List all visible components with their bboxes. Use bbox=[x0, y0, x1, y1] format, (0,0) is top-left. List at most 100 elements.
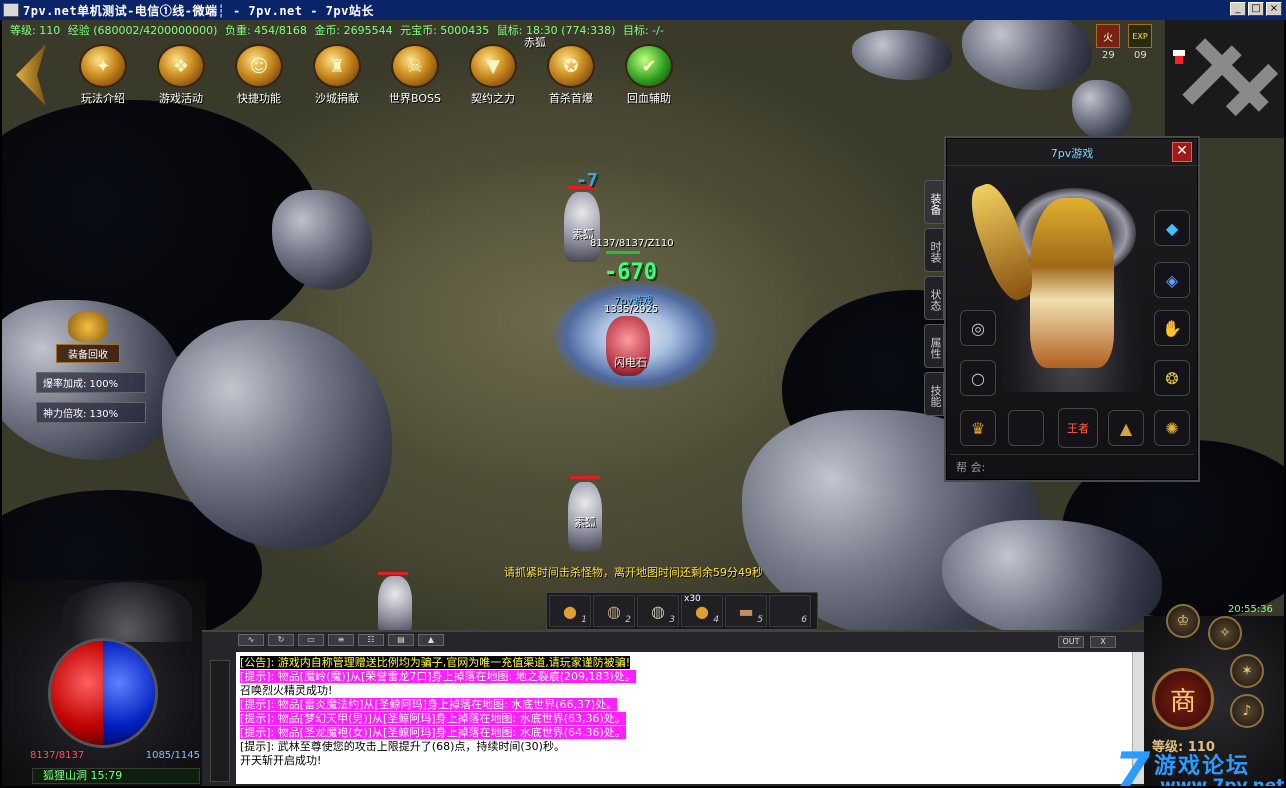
ingot-stat: 元宝币: 5000435 bbox=[400, 24, 490, 37]
chat-close-button[interactable]: X bbox=[1090, 636, 1116, 648]
slot-number: 1 bbox=[581, 615, 587, 625]
fire-buff-icon[interactable]: 火 bbox=[1096, 24, 1120, 48]
emblem-icon: ✪ bbox=[547, 44, 595, 88]
gem-icon[interactable]: ✺ bbox=[1154, 410, 1190, 446]
equipment-recycle-button[interactable]: 装备回收 bbox=[56, 312, 120, 363]
chat-log[interactable]: [公告]: 游戏内自称管理赠送比例均为骗子,官网为唯一充值渠道,请玩家谨防被骗!… bbox=[236, 652, 1144, 784]
menu-gameplay-guide[interactable]: ✦ 玩法介绍 bbox=[66, 44, 140, 106]
ring-icon[interactable]: ◎ bbox=[960, 310, 996, 346]
rock-formation bbox=[852, 30, 952, 80]
belt-slot[interactable]: ● 1 bbox=[549, 595, 591, 627]
tab-status[interactable]: 状态 bbox=[924, 276, 944, 320]
game-viewport[interactable]: 等级: 110 经验 (680002/4200000000) 负重: 454/8… bbox=[2, 20, 1284, 786]
belt-slot[interactable]: ◍ 2 bbox=[593, 595, 635, 627]
belt-slot[interactable]: ◍ 3 bbox=[637, 595, 679, 627]
chat-out-button[interactable]: OUT bbox=[1058, 636, 1084, 648]
bracelet-icon[interactable]: ◆ bbox=[1154, 210, 1190, 246]
medal-icon[interactable]: 王者 bbox=[1058, 408, 1098, 448]
potion-icon: ● bbox=[563, 601, 577, 621]
chat-tool-button[interactable]: ▲ bbox=[418, 634, 444, 646]
chat-tool-button[interactable]: ≡ bbox=[328, 634, 354, 646]
window-controls: _ □ × bbox=[1230, 2, 1282, 16]
equipment-header: 7pv游戏 ✕ bbox=[946, 138, 1198, 166]
book-icon: ▬ bbox=[738, 601, 754, 621]
chat-tool-button[interactable]: ☷ bbox=[358, 634, 384, 646]
amulet-icon[interactable]: ❂ bbox=[1154, 360, 1190, 396]
app-icon bbox=[3, 3, 19, 17]
boots-icon[interactable]: ▲ bbox=[1108, 410, 1144, 446]
chat-line: [提示]: 物品[魔岭(魔)]从[荣誉雷龙7口]身上掉落在地图: 地之裂痕(20… bbox=[240, 670, 1140, 684]
menu-label: 快捷功能 bbox=[237, 92, 281, 105]
chat-text: [提示]: 物品[圣龙魔袍(女)]从[圣鲸阿玛]身上掉落在地图: 水底世界(64… bbox=[240, 726, 626, 739]
tab-fashion[interactable]: 时装 bbox=[924, 228, 944, 272]
crystal-icon[interactable]: ◈ bbox=[1154, 262, 1190, 298]
menu-shortcuts[interactable]: ☺ 快捷功能 bbox=[222, 44, 296, 106]
crown-button-icon[interactable]: ♔ bbox=[1166, 604, 1200, 638]
chat-text: [提示]: 物品[雷炎魔法约]从[圣鲸阿玛]身上掉落在地图: 水底世界(66,3… bbox=[240, 698, 618, 711]
menu-label: 回血辅助 bbox=[627, 92, 671, 105]
scroll-icon: ✦ bbox=[79, 44, 127, 88]
monster-hp-bar bbox=[378, 572, 408, 575]
slot-number: 5 bbox=[757, 615, 763, 625]
minimap[interactable] bbox=[1164, 20, 1284, 138]
chat-line: [公告]: 游戏内自称管理赠送比例均为骗子,官网为唯一充值渠道,请玩家谨防被骗! bbox=[240, 656, 1140, 670]
menu-events[interactable]: ❖ 游戏活动 bbox=[144, 44, 218, 106]
menu-heal-assist[interactable]: ✔ 回血辅助 bbox=[612, 44, 686, 106]
menu-first-kill[interactable]: ✪ 首杀首爆 bbox=[534, 44, 608, 106]
scroll-icon: ◍ bbox=[607, 601, 621, 621]
chat-line: 开天斩开启成功! bbox=[240, 754, 1140, 768]
chat-side-bar bbox=[210, 660, 230, 782]
belt-slot[interactable]: x30 ● 4 bbox=[681, 594, 723, 627]
weight-stat: 负重: 454/8168 bbox=[224, 24, 307, 37]
menu-castle-donation[interactable]: ♜ 沙城捐献 bbox=[300, 44, 374, 106]
maximize-button[interactable]: □ bbox=[1248, 2, 1264, 16]
site-watermark: 7 游戏论坛 www.7pv.net bbox=[1114, 742, 1284, 786]
hp-orb bbox=[51, 641, 103, 745]
minimize-button[interactable]: _ bbox=[1230, 2, 1246, 16]
player-hp-text: 1335/2925 bbox=[604, 304, 659, 315]
character-model bbox=[1030, 198, 1114, 368]
chat-tool-button[interactable]: ∿ bbox=[238, 634, 264, 646]
helmet-icon[interactable]: ♛ bbox=[960, 410, 996, 446]
menu-label: 游戏活动 bbox=[159, 92, 203, 105]
ring2-icon[interactable]: ○ bbox=[960, 360, 996, 396]
power-multiplier-stat: 神力倍攻: 130% bbox=[36, 402, 146, 423]
empty-slot[interactable] bbox=[1008, 410, 1044, 446]
chat-line: [提示]: 武林至尊使您的攻击上限提升了(68)点，持续时间(30)秒。 bbox=[240, 740, 1140, 754]
monster-name: 赤狐 bbox=[524, 36, 546, 49]
star-button-icon[interactable]: ✶ bbox=[1230, 654, 1264, 688]
chat-tool-button[interactable]: ↻ bbox=[268, 634, 294, 646]
belt-slot[interactable]: ▬ 5 bbox=[725, 595, 767, 627]
shop-button[interactable]: 商 bbox=[1152, 668, 1214, 730]
watermark-site: www.7pv.net bbox=[1160, 776, 1284, 786]
hp-text: 8137/8137 bbox=[30, 750, 85, 761]
menu-contract-power[interactable]: ▼ 契约之力 bbox=[456, 44, 530, 106]
chat-tool-button[interactable]: ▭ bbox=[298, 634, 324, 646]
monster-hp-bar bbox=[570, 476, 600, 479]
slot-number: 2 bbox=[625, 615, 631, 625]
chat-text: [公告]: 游戏内自称管理赠送比例均为骗子,官网为唯一充值渠道,请玩家谨防被骗! bbox=[240, 656, 631, 669]
close-panel-button[interactable]: ✕ bbox=[1172, 142, 1192, 162]
glove-icon[interactable]: ✋ bbox=[1154, 310, 1190, 346]
menu-label: 首杀首爆 bbox=[549, 92, 593, 105]
exp-buff-icon[interactable]: EXP bbox=[1128, 24, 1152, 48]
tab-attributes[interactable]: 属性 bbox=[924, 324, 944, 368]
compass-button-icon[interactable]: ✧ bbox=[1208, 616, 1242, 650]
belt-slot[interactable]: 6 bbox=[769, 595, 811, 627]
ground-item-label[interactable]: 闪电石 bbox=[614, 354, 647, 370]
monster-sprite[interactable] bbox=[378, 576, 412, 636]
castle-icon: ♜ bbox=[313, 44, 361, 88]
menu-world-boss[interactable]: ☠ 世界BOSS bbox=[378, 44, 452, 106]
tab-skills[interactable]: 技能 bbox=[924, 372, 944, 416]
chat-tool-button[interactable]: ▤ bbox=[388, 634, 414, 646]
sound-button-icon[interactable]: ♪ bbox=[1230, 694, 1264, 728]
shield-icon: ▼ bbox=[469, 44, 517, 88]
slot-number: 4 bbox=[713, 615, 719, 625]
scroll-icon: ◍ bbox=[651, 601, 665, 621]
tab-equipment[interactable]: 装备 bbox=[924, 180, 944, 224]
menu-collapse-arrow[interactable] bbox=[16, 44, 46, 106]
mouse-stat: 鼠标: 18:30 (774:338) bbox=[496, 24, 616, 37]
monster-hp-bar bbox=[606, 251, 640, 254]
close-window-button[interactable]: × bbox=[1266, 2, 1282, 16]
menu-label: 契约之力 bbox=[471, 92, 515, 105]
